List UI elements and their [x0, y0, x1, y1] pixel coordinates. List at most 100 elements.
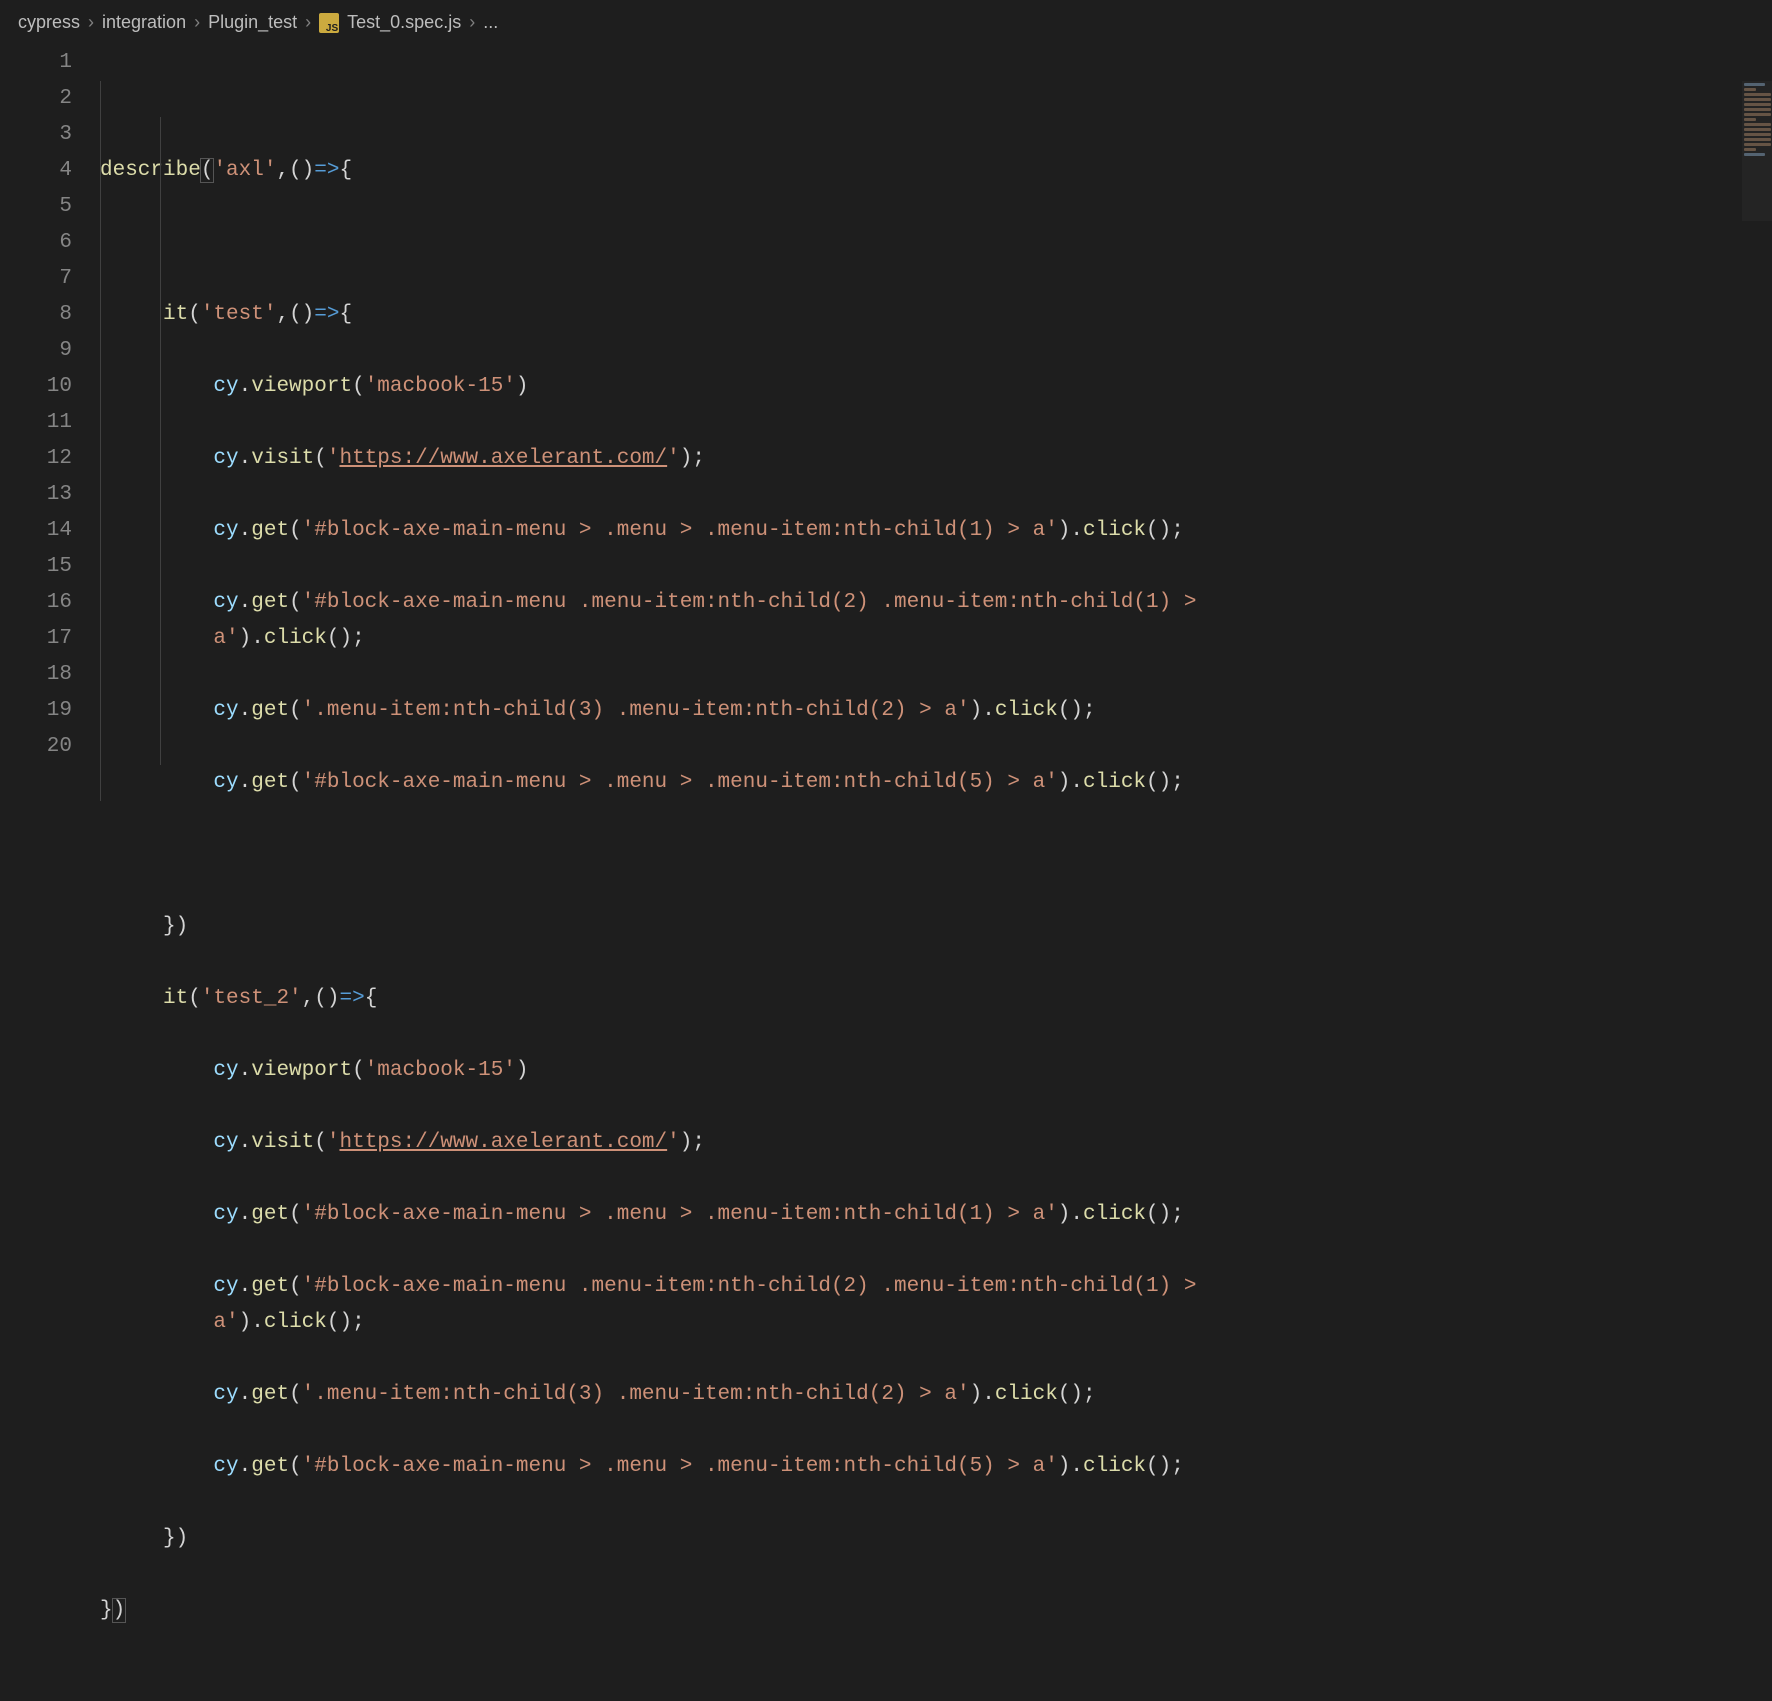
token-function: it — [163, 987, 188, 1010]
minimap[interactable] — [1742, 81, 1772, 221]
token-string: '#block-axe-main-menu > .menu > .menu-it… — [302, 519, 1058, 542]
code-line[interactable]: cy.get('#block-axe-main-menu > .menu > .… — [100, 513, 1772, 549]
line-number: 8 — [0, 297, 72, 333]
token-string: '#block-axe-main-menu .menu-item:nth-chi… — [302, 591, 1209, 614]
breadcrumb-segment[interactable]: cypress — [18, 12, 80, 33]
code-line[interactable]: cy.get('.menu-item:nth-child(3) .menu-it… — [100, 1377, 1772, 1413]
code-line[interactable]: }) — [100, 1593, 1772, 1629]
breadcrumb-file[interactable]: Test_0.spec.js — [347, 12, 461, 33]
token-punct: ); — [680, 1131, 705, 1154]
token-string: ' — [667, 1131, 680, 1154]
line-number: 2 — [0, 81, 72, 117]
line-number: 13 — [0, 477, 72, 513]
code-line[interactable]: cy.viewport('macbook-15') — [100, 1053, 1772, 1089]
token-variable: cy — [213, 1059, 238, 1082]
code-line[interactable]: cy.get('#block-axe-main-menu > .menu > .… — [100, 1197, 1772, 1233]
line-number: 15 — [0, 549, 72, 585]
code-line[interactable] — [100, 837, 1772, 873]
token-punct: ); — [680, 447, 705, 470]
line-number: 18 — [0, 657, 72, 693]
token-punct: ( — [188, 303, 201, 326]
token-function: get — [251, 699, 289, 722]
token-punct: ( — [352, 1059, 365, 1082]
minimap-line — [1744, 133, 1771, 136]
token-function: get — [251, 1203, 289, 1226]
token-punct: ( — [188, 987, 201, 1010]
token-punct: ). — [239, 627, 264, 650]
token-punct: . — [239, 1203, 252, 1226]
token-punct: ). — [1058, 1203, 1083, 1226]
token-variable: cy — [213, 1383, 238, 1406]
chevron-right-icon: › — [194, 12, 200, 33]
line-number: 5 — [0, 189, 72, 225]
line-number: 12 — [0, 441, 72, 477]
token-function: get — [251, 771, 289, 794]
token-punct: (); — [1146, 1455, 1184, 1478]
token-punct: ( — [289, 1383, 302, 1406]
code-line[interactable]: cy.get('#block-axe-main-menu > .menu > .… — [100, 765, 1772, 801]
token-punct: ( — [289, 519, 302, 542]
token-string: '#block-axe-main-menu > .menu > .menu-it… — [302, 1203, 1058, 1226]
code-line[interactable]: cy.get('#block-axe-main-menu .menu-item:… — [100, 1269, 1772, 1341]
token-punct: ) — [516, 375, 529, 398]
token-string: '.menu-item:nth-child(3) .menu-item:nth-… — [302, 1383, 970, 1406]
code-line[interactable]: describe('axl',()=>{ — [100, 153, 1772, 189]
breadcrumb-symbol[interactable]: ... — [483, 12, 498, 33]
token-punct: . — [239, 1275, 252, 1298]
token-punct: ) — [516, 1059, 529, 1082]
token-string: 'macbook-15' — [365, 375, 516, 398]
token-function: viewport — [251, 1059, 352, 1082]
token-punct: ,() — [302, 987, 340, 1010]
code-line[interactable]: it('test_2',()=>{ — [100, 981, 1772, 1017]
token-punct: (); — [1146, 519, 1184, 542]
token-string: ' — [327, 447, 340, 470]
token-punct: { — [365, 987, 378, 1010]
token-punct: (); — [327, 627, 365, 650]
token-punct: (); — [1146, 1203, 1184, 1226]
code-line[interactable]: it('test',()=>{ — [100, 297, 1772, 333]
minimap-line — [1744, 143, 1771, 146]
line-number: 19 — [0, 693, 72, 729]
code-line[interactable]: cy.visit('https://www.axelerant.com/'); — [100, 441, 1772, 477]
token-variable: cy — [213, 519, 238, 542]
code-line[interactable]: }) — [100, 909, 1772, 945]
code-editor[interactable]: 1 2 3 4 5 6 7 8 9 10 11 12 13 14 15 16 1… — [0, 41, 1772, 1075]
token-function: click — [995, 1383, 1058, 1406]
minimap-line — [1744, 128, 1771, 131]
token-variable: cy — [213, 1131, 238, 1154]
line-number: 7 — [0, 261, 72, 297]
token-punct: }) — [163, 1527, 188, 1550]
token-function: get — [251, 1455, 289, 1478]
code-line[interactable]: cy.get('.menu-item:nth-child(3) .menu-it… — [100, 693, 1772, 729]
token-punct: ( — [289, 771, 302, 794]
token-function: visit — [251, 447, 314, 470]
token-string: '.menu-item:nth-child(3) .menu-item:nth-… — [302, 699, 970, 722]
indent-guide — [160, 117, 161, 765]
code-line[interactable]: cy.visit('https://www.axelerant.com/'); — [100, 1125, 1772, 1161]
token-function: viewport — [251, 375, 352, 398]
token-variable: cy — [213, 591, 238, 614]
code-line[interactable]: }) — [100, 1521, 1772, 1557]
token-punct: ( — [314, 1131, 327, 1154]
token-string: '#block-axe-main-menu > .menu > .menu-it… — [302, 1455, 1058, 1478]
code-line[interactable]: cy.get('#block-axe-main-menu > .menu > .… — [100, 1449, 1772, 1485]
token-function: get — [251, 1383, 289, 1406]
token-url: https://www.axelerant.com/ — [339, 1131, 667, 1154]
token-variable: cy — [213, 771, 238, 794]
token-punct: . — [239, 447, 252, 470]
breadcrumb-segment[interactable]: integration — [102, 12, 186, 33]
token-function: click — [995, 699, 1058, 722]
token-punct: ( — [289, 699, 302, 722]
code-content[interactable]: describe('axl',()=>{ it('test',()=>{ cy.… — [100, 41, 1772, 1075]
line-number: 16 — [0, 585, 72, 621]
code-line[interactable] — [100, 225, 1772, 261]
code-line[interactable]: cy.viewport('macbook-15') — [100, 369, 1772, 405]
token-url: https://www.axelerant.com/ — [339, 447, 667, 470]
token-punct: . — [239, 699, 252, 722]
breadcrumb-segment[interactable]: Plugin_test — [208, 12, 297, 33]
line-number-gutter: 1 2 3 4 5 6 7 8 9 10 11 12 13 14 15 16 1… — [0, 41, 100, 1075]
minimap-line — [1744, 93, 1771, 96]
code-line[interactable]: cy.get('#block-axe-main-menu .menu-item:… — [100, 585, 1772, 657]
token-punct: . — [239, 519, 252, 542]
token-string: a' — [213, 627, 238, 650]
